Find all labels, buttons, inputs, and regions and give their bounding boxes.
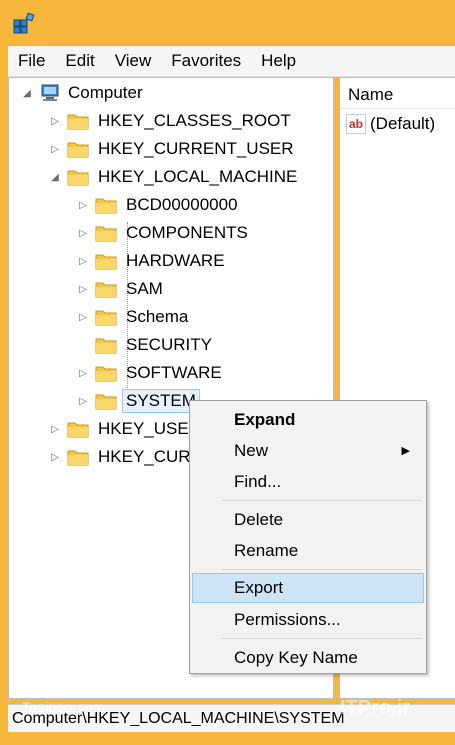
menu-favorites[interactable]: Favorites	[161, 51, 251, 71]
tree-label: Schema	[126, 307, 189, 326]
string-value-icon: ab	[346, 114, 366, 134]
folder-icon	[95, 195, 117, 215]
tree-item-hkcc[interactable]: ▷ HKEY_CURR	[47, 444, 206, 470]
window-bottom-border	[0, 732, 455, 745]
menu-item-copy-key-name[interactable]: Copy Key Name	[192, 643, 424, 673]
menu-item-delete[interactable]: Delete	[192, 505, 424, 535]
tree-label: HARDWARE	[126, 251, 225, 270]
menu-item-find[interactable]: Find...	[192, 467, 424, 497]
folder-icon	[67, 167, 89, 187]
expand-arrow-icon[interactable]: ▷	[47, 449, 63, 465]
menu-item-rename[interactable]: Rename	[192, 536, 424, 566]
column-header-name[interactable]: Name	[340, 78, 455, 109]
tree-label: HKEY_USER	[98, 419, 201, 438]
folder-icon	[95, 251, 117, 271]
tree-item-security[interactable]: SECURITY	[75, 332, 215, 358]
expand-arrow-icon[interactable]: ▷	[75, 393, 91, 409]
menu-bar: File Edit View Favorites Help	[8, 46, 455, 77]
no-expand-spacer	[75, 337, 91, 353]
watermark-left: Tosinso.com	[22, 699, 106, 715]
menu-item-new[interactable]: New ▶	[192, 436, 424, 466]
context-menu: Expand New ▶ Find... Delete Rename Expor…	[189, 400, 427, 674]
tree-label: SYSTEM	[122, 389, 200, 413]
tree-item-components[interactable]: ▷ COMPONENTS	[75, 220, 251, 246]
folder-icon	[67, 419, 89, 439]
menu-separator	[222, 569, 422, 570]
tree-label: HKEY_CLASSES_ROOT	[98, 111, 291, 130]
menu-edit[interactable]: Edit	[55, 51, 104, 71]
folder-icon	[67, 139, 89, 159]
menu-separator	[222, 500, 422, 501]
menu-item-permissions[interactable]: Permissions...	[192, 605, 424, 635]
tree-item-bcd[interactable]: ▷ BCD00000000	[75, 192, 241, 218]
tree-item-sam[interactable]: ▷ SAM	[75, 276, 166, 302]
computer-icon	[39, 83, 61, 103]
folder-icon	[95, 335, 117, 355]
expand-arrow-icon[interactable]: ▷	[47, 113, 63, 129]
expand-arrow-icon[interactable]: ▷	[75, 281, 91, 297]
expand-arrow-icon[interactable]: ▷	[75, 253, 91, 269]
folder-icon	[95, 363, 117, 383]
menu-view[interactable]: View	[105, 51, 162, 71]
folder-icon	[67, 111, 89, 131]
tree-item-hardware[interactable]: ▷ HARDWARE	[75, 248, 228, 274]
folder-icon	[95, 307, 117, 327]
tree-item-hku[interactable]: ▷ HKEY_USER	[47, 416, 204, 442]
menu-help[interactable]: Help	[251, 51, 306, 71]
watermark-right: ITPro.ir	[340, 697, 411, 719]
tree-label: COMPONENTS	[126, 223, 248, 242]
tree-label: HKEY_LOCAL_MACHINE	[98, 167, 298, 186]
tree-label: Computer	[68, 83, 143, 102]
submenu-arrow-icon: ▶	[401, 445, 410, 457]
tree-label: SAM	[126, 279, 163, 298]
tree-item-schema[interactable]: ▷ Schema	[75, 304, 191, 330]
menu-file[interactable]: File	[8, 51, 55, 71]
menu-item-export[interactable]: Export	[192, 573, 424, 603]
list-item[interactable]: ab (Default)	[340, 109, 455, 139]
expand-arrow-icon[interactable]: ▷	[75, 225, 91, 241]
menu-item-expand[interactable]: Expand	[192, 405, 424, 435]
tree-label: HKEY_CURRENT_USER	[98, 139, 294, 158]
menu-item-label: New	[234, 441, 269, 460]
folder-icon	[95, 223, 117, 243]
tree-item-hkcu[interactable]: ▷ HKEY_CURRENT_USER	[47, 136, 297, 162]
expand-arrow-icon[interactable]: ▷	[75, 309, 91, 325]
tree-label: BCD00000000	[126, 195, 238, 214]
expand-arrow-icon[interactable]: ▷	[75, 197, 91, 213]
tree-label: SOFTWARE	[126, 363, 222, 382]
expand-arrow-icon[interactable]: ▷	[75, 365, 91, 381]
folder-icon	[67, 447, 89, 467]
folder-icon	[95, 279, 117, 299]
tree-item-system[interactable]: ▷ SYSTEM	[75, 388, 200, 414]
collapse-arrow-icon[interactable]: ◢	[19, 85, 35, 101]
value-name: (Default)	[370, 114, 436, 133]
collapse-arrow-icon[interactable]: ◢	[47, 169, 63, 185]
expand-arrow-icon[interactable]: ▷	[47, 421, 63, 437]
regedit-app-icon[interactable]	[12, 12, 36, 36]
tree-item-hkcr[interactable]: ▷ HKEY_CLASSES_ROOT	[47, 108, 294, 134]
tree-item-software[interactable]: ▷ SOFTWARE	[75, 360, 225, 386]
expand-arrow-icon[interactable]: ▷	[47, 141, 63, 157]
tree-item-hklm[interactable]: ◢ HKEY_LOCAL_MACHINE	[47, 164, 300, 190]
tree-label: SECURITY	[126, 335, 212, 354]
menu-separator	[222, 638, 422, 639]
folder-icon	[95, 391, 117, 411]
title-bar	[0, 0, 455, 46]
tree-item-computer[interactable]: ◢ Computer	[19, 80, 146, 106]
